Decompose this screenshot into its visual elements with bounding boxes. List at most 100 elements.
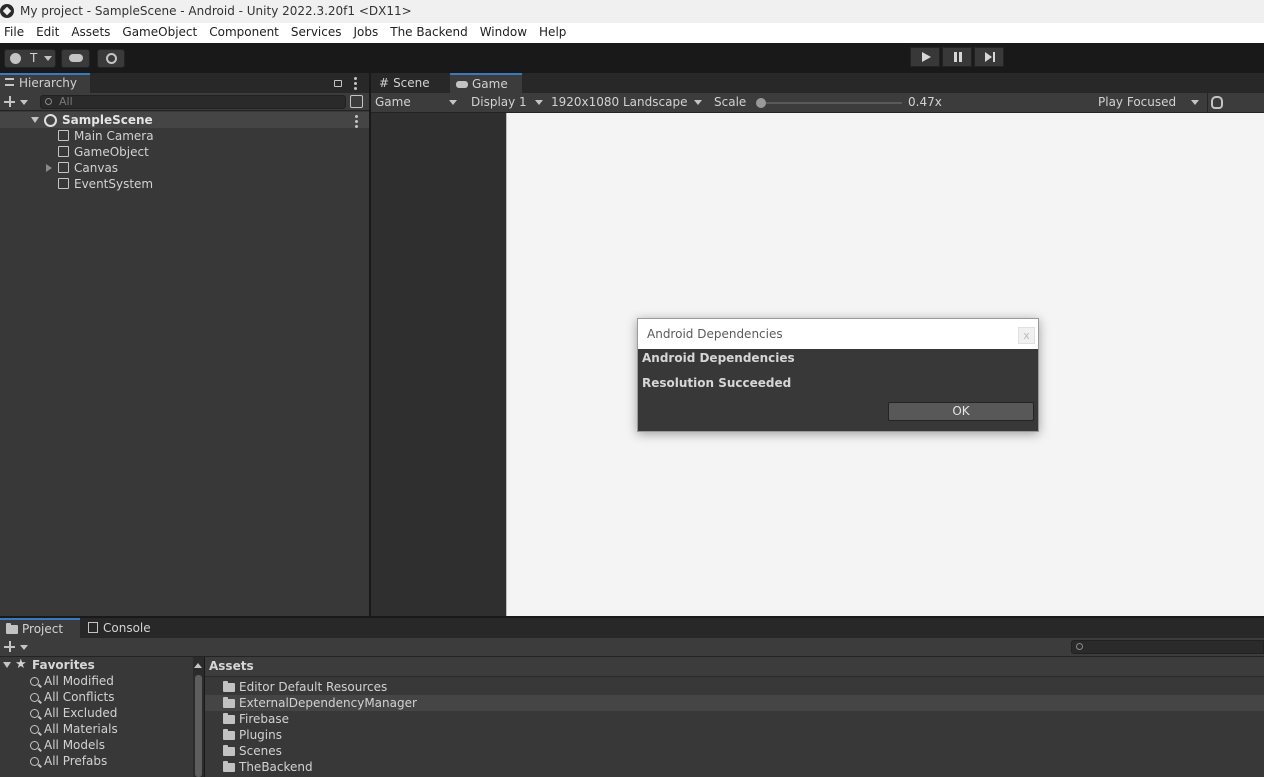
display-dropdown[interactable]: Display 1: [471, 93, 546, 113]
gamepad-icon: [456, 81, 468, 88]
panel-divider[interactable]: [369, 73, 371, 618]
scene-visibility-icon[interactable]: [350, 95, 363, 108]
asset-folder[interactable]: TheBackend: [223, 759, 313, 775]
hierarchy-item[interactable]: Main Camera: [58, 128, 154, 144]
console-icon: [88, 622, 98, 633]
bottom-tab-bar: [0, 618, 1264, 638]
scroll-up-icon[interactable]: [194, 663, 202, 668]
search-icon: [30, 693, 39, 702]
search-icon: [30, 757, 39, 766]
menu-gameobject[interactable]: GameObject: [116, 23, 203, 43]
dialog-title-bar: Android Dependencies x: [638, 319, 1038, 349]
create-asset-icon[interactable]: [4, 641, 15, 652]
favorite-item[interactable]: All Models: [30, 737, 105, 753]
scrollbar-thumb[interactable]: [195, 675, 202, 777]
expand-arrow-icon[interactable]: [31, 117, 39, 123]
chevron-down-icon: [1191, 100, 1199, 105]
search-icon: [30, 709, 39, 718]
cloud-button[interactable]: [61, 49, 90, 68]
dialog-title: Android Dependencies: [647, 327, 783, 341]
play-icon: [922, 52, 931, 62]
step-button[interactable]: [974, 47, 1004, 67]
menu-help[interactable]: Help: [533, 23, 572, 43]
asset-folder[interactable]: Scenes: [223, 743, 282, 759]
scale-slider[interactable]: [756, 98, 902, 108]
favorite-item[interactable]: All Materials: [30, 721, 118, 737]
gameobject-icon: [58, 178, 69, 189]
list-icon: [5, 78, 14, 86]
chevron-down-icon: [535, 100, 543, 105]
menu-jobs[interactable]: Jobs: [348, 23, 385, 43]
chevron-down-icon[interactable]: [20, 645, 28, 650]
hierarchy-search-input[interactable]: All: [40, 95, 346, 109]
favorite-item[interactable]: All Conflicts: [30, 689, 114, 705]
main-toolbar: [0, 43, 1264, 73]
menu-bar: File Edit Assets GameObject Component Se…: [0, 23, 1264, 43]
search-icon: [30, 677, 39, 686]
close-button[interactable]: x: [1018, 327, 1035, 344]
expand-arrow-icon[interactable]: [3, 662, 11, 668]
ok-button[interactable]: OK: [888, 402, 1034, 421]
window-title-bar: My project - SampleScene - Android - Uni…: [0, 0, 1264, 23]
gameobject-icon: [58, 162, 69, 173]
favorite-item[interactable]: All Modified: [30, 673, 114, 689]
hierarchy-tab-label: Hierarchy: [19, 76, 78, 90]
view-mode-dropdown[interactable]: Game: [375, 93, 460, 113]
resolution-dropdown[interactable]: 1920x1080 Landscape: [551, 93, 706, 113]
unity-logo-icon: [0, 4, 14, 18]
scene-menu-icon[interactable]: [355, 115, 358, 130]
chevron-down-icon[interactable]: [20, 100, 28, 105]
account-label: T: [30, 51, 38, 65]
hierarchy-item[interactable]: Canvas: [58, 160, 118, 176]
lock-icon[interactable]: [334, 80, 342, 87]
tab-game[interactable]: Game: [450, 73, 522, 93]
favorite-item[interactable]: All Excluded: [30, 705, 117, 721]
asset-folder[interactable]: Plugins: [223, 727, 282, 743]
tab-project[interactable]: Project: [0, 618, 80, 638]
asset-folder[interactable]: Editor Default Resources: [223, 679, 387, 695]
grid-icon: #: [379, 76, 390, 90]
tab-scene[interactable]: # Scene: [373, 73, 449, 93]
collab-icon: [106, 53, 117, 64]
scale-slider-thumb[interactable]: [756, 98, 766, 108]
collab-button[interactable]: [97, 49, 125, 68]
menu-component[interactable]: Component: [203, 23, 285, 43]
tab-console[interactable]: Console: [82, 618, 162, 638]
account-icon: [10, 53, 21, 64]
menu-the-backend[interactable]: The Backend: [384, 23, 473, 43]
dialog-heading: Android Dependencies: [642, 351, 795, 365]
android-dependencies-dialog: Android Dependencies x Android Dependenc…: [637, 318, 1039, 432]
search-icon: [30, 725, 39, 734]
menu-edit[interactable]: Edit: [30, 23, 65, 43]
gameobject-icon: [58, 146, 69, 157]
menu-file[interactable]: File: [0, 23, 30, 43]
assets-label[interactable]: Assets: [209, 659, 254, 673]
expand-arrow-icon[interactable]: [46, 164, 52, 172]
tab-hierarchy[interactable]: Hierarchy: [0, 73, 90, 93]
menu-window[interactable]: Window: [474, 23, 533, 43]
search-icon: [1076, 643, 1083, 650]
menu-services[interactable]: Services: [285, 23, 348, 43]
hierarchy-item[interactable]: GameObject: [58, 144, 149, 160]
pause-button[interactable]: [942, 47, 972, 67]
cloud-icon: [69, 54, 83, 62]
hierarchy-item[interactable]: EventSystem: [58, 176, 153, 192]
folder-icon: [223, 681, 235, 692]
hierarchy-menu-icon[interactable]: [354, 77, 357, 92]
hierarchy-panel: [0, 93, 369, 616]
asset-folder[interactable]: Firebase: [223, 711, 289, 727]
play-button[interactable]: [910, 47, 940, 67]
debug-icon[interactable]: [1211, 96, 1223, 109]
unity-scene-icon: [44, 114, 57, 127]
favorite-item[interactable]: All Prefabs: [30, 753, 107, 769]
pause-icon: [954, 52, 957, 62]
play-mode-dropdown[interactable]: Play Focused: [1098, 93, 1203, 113]
menu-assets[interactable]: Assets: [65, 23, 116, 43]
hierarchy-search-placeholder: All: [59, 95, 73, 108]
asset-folder[interactable]: ExternalDependencyManager: [223, 695, 417, 711]
add-object-icon[interactable]: [4, 96, 15, 107]
scale-label: Scale: [714, 95, 747, 109]
folder-icon: [223, 713, 235, 724]
account-dropdown[interactable]: T: [4, 49, 56, 68]
project-search-input[interactable]: [1071, 640, 1264, 654]
